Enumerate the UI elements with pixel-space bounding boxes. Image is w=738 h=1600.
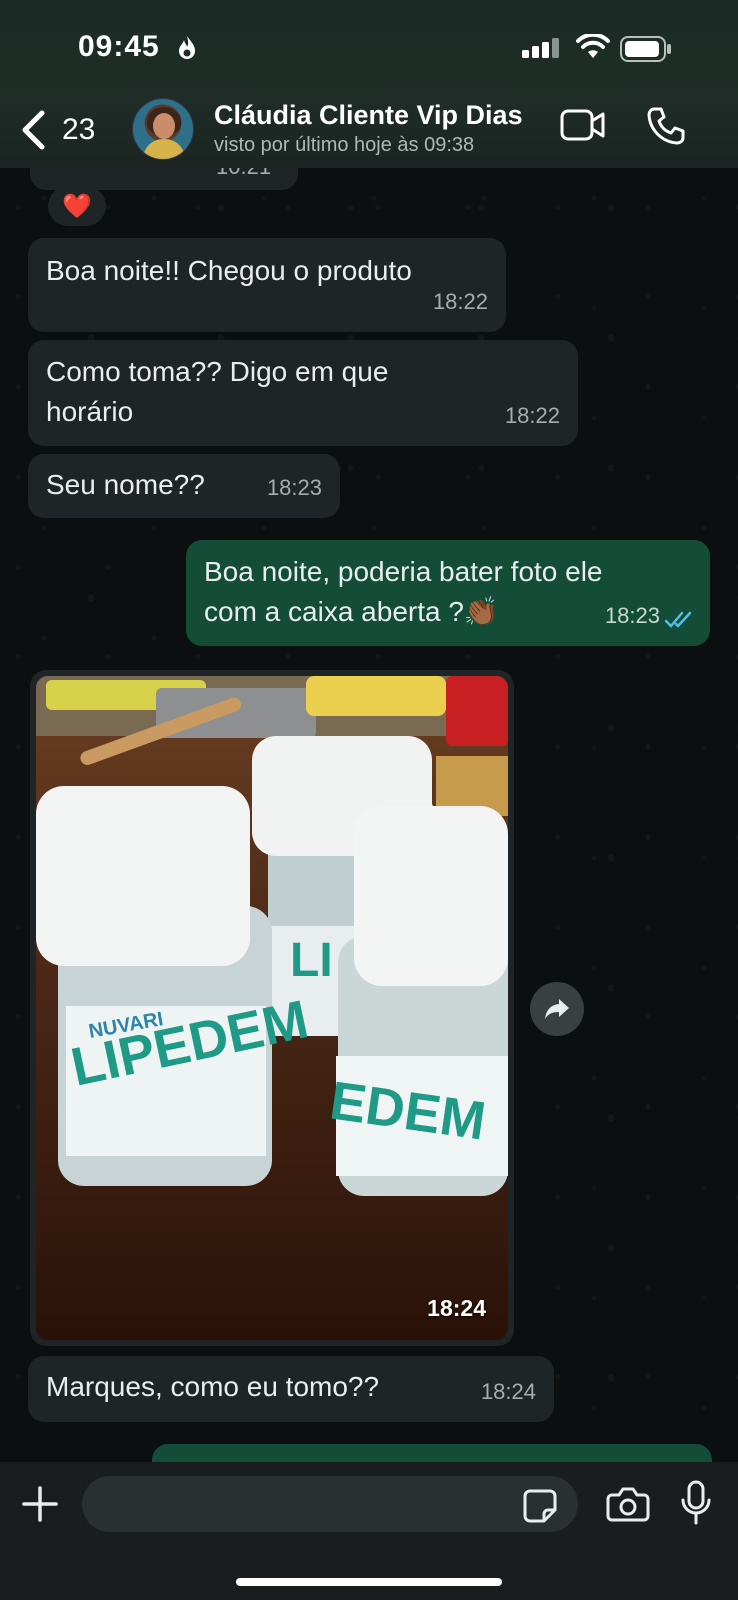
plus-icon[interactable]: [22, 1486, 58, 1522]
forward-button[interactable]: [530, 982, 584, 1036]
back-chevron-icon: [22, 110, 45, 150]
contact-status: visto por último hoje às 09:38: [214, 134, 475, 156]
message-time: 18:24: [427, 1295, 486, 1321]
video-call-icon[interactable]: [560, 108, 606, 142]
home-indicator: [236, 1578, 502, 1586]
sticker-icon[interactable]: [522, 1488, 558, 1524]
camera-icon[interactable]: [606, 1486, 650, 1522]
avatar[interactable]: [132, 98, 194, 160]
image-message[interactable]: NUVARI LIPEDEM LI EDEM 18:24: [30, 670, 514, 1346]
heart-icon: ❤️: [62, 192, 92, 220]
wifi-icon: [576, 34, 610, 58]
message-bubble[interactable]: Como toma?? Digo em que horário 18:22: [28, 340, 578, 446]
message-text: Boa noite!! Chegou o produto: [46, 255, 412, 286]
message-bubble[interactable]: Marques, como eu tomo?? 18:24: [28, 1356, 554, 1422]
message-text: Marques, como eu tomo??: [46, 1371, 380, 1402]
forward-icon: [545, 999, 569, 1019]
status-time: 09:45: [78, 30, 160, 63]
message-bubble-outgoing[interactable]: Boa noite, poderia bater foto ele com a …: [186, 540, 710, 646]
photo-label-back: LI: [290, 934, 333, 987]
message-text: Como toma?? Digo em que: [46, 356, 389, 387]
photo-illustration: NUVARI LIPEDEM LI EDEM: [36, 676, 508, 1196]
chat-header: 09:45 23 Cláudia Cliente Vip Dias visto …: [0, 0, 738, 168]
microphone-icon[interactable]: [680, 1480, 712, 1526]
phone-icon[interactable]: [646, 106, 686, 146]
double-check-icon: [664, 611, 692, 628]
reaction-badge[interactable]: ❤️: [48, 186, 106, 226]
message-time: 18:23: [604, 603, 660, 628]
message-bubble[interactable]: Boa noite!! Chegou o produto 18:22: [28, 238, 506, 332]
message-photo[interactable]: NUVARI LIPEDEM LI EDEM 18:24: [36, 676, 508, 1340]
unread-count: 23: [62, 113, 96, 146]
message-time: 18:22: [432, 289, 488, 314]
back-button[interactable]: 23: [20, 108, 110, 152]
flame-icon: [179, 36, 195, 59]
message-input[interactable]: [82, 1476, 578, 1532]
message-time: 18:22: [504, 403, 560, 428]
message-text: Boa noite, poderia bater foto ele: [204, 556, 603, 587]
contact-name[interactable]: Cláudia Cliente Vip Dias: [214, 100, 523, 131]
composer-bar: [0, 1462, 738, 1600]
message-bubble[interactable]: Seu nome?? 18:23: [28, 454, 340, 518]
battery-icon: [620, 36, 671, 62]
message-time: 18:24: [480, 1379, 536, 1404]
signal-icon: [522, 38, 559, 58]
message-text: horário: [46, 396, 134, 427]
message-time: 18:23: [266, 475, 322, 500]
